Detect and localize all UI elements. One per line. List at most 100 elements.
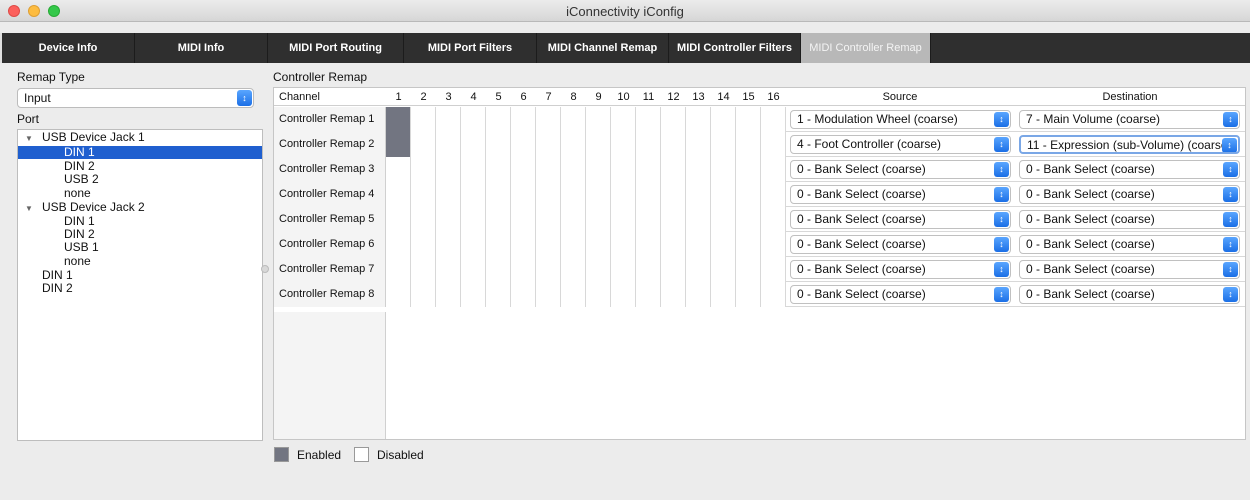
tree-item-usb-1[interactable]: USB 1 — [18, 241, 262, 253]
channel-toggle-cell[interactable] — [736, 107, 761, 132]
channel-toggle-cell[interactable] — [636, 182, 661, 207]
channel-toggle-cell[interactable] — [761, 257, 786, 282]
tree-item-din-1[interactable]: DIN 1 — [18, 215, 262, 227]
channel-toggle-cell[interactable] — [386, 107, 411, 132]
channel-toggle-cell[interactable] — [486, 182, 511, 207]
channel-toggle-cell[interactable] — [561, 282, 586, 307]
channel-toggle-cell[interactable] — [711, 232, 736, 257]
channel-toggle-cell[interactable] — [511, 132, 536, 157]
destination-select[interactable]: 0 - Bank Select (coarse) ↕ — [1019, 260, 1240, 279]
destination-select[interactable]: 0 - Bank Select (coarse) ↕ — [1019, 210, 1240, 229]
channel-toggle-cell[interactable] — [636, 207, 661, 232]
channel-toggle-cell[interactable] — [436, 207, 461, 232]
channel-toggle-cell[interactable] — [686, 257, 711, 282]
disclosure-triangle-icon[interactable]: ▼ — [25, 203, 33, 215]
channel-toggle-cell[interactable] — [761, 282, 786, 307]
channel-toggle-cell[interactable] — [486, 107, 511, 132]
tab-midi-controller-remap[interactable]: MIDI Controller Remap — [801, 33, 931, 63]
channel-toggle-cell[interactable] — [461, 207, 486, 232]
destination-select[interactable]: 0 - Bank Select (coarse) ↕ — [1019, 185, 1240, 204]
channel-toggle-cell[interactable] — [511, 232, 536, 257]
channel-toggle-cell[interactable] — [436, 107, 461, 132]
channel-toggle-cell[interactable] — [686, 232, 711, 257]
channel-toggle-cell[interactable] — [686, 182, 711, 207]
channel-toggle-cell[interactable] — [686, 282, 711, 307]
destination-select[interactable]: 11 - Expression (sub-Volume) (coarse) ↕ — [1019, 135, 1240, 154]
channel-toggle-cell[interactable] — [561, 207, 586, 232]
channel-toggle-cell[interactable] — [661, 207, 686, 232]
tab-midi-port-routing[interactable]: MIDI Port Routing — [268, 33, 404, 63]
channel-toggle-cell[interactable] — [386, 282, 411, 307]
channel-toggle-cell[interactable] — [736, 182, 761, 207]
channel-toggle-cell[interactable] — [411, 207, 436, 232]
tab-midi-port-filters[interactable]: MIDI Port Filters — [404, 33, 537, 63]
channel-toggle-cell[interactable] — [761, 157, 786, 182]
channel-toggle-cell[interactable] — [386, 182, 411, 207]
channel-toggle-cell[interactable] — [386, 257, 411, 282]
channel-toggle-cell[interactable] — [761, 182, 786, 207]
channel-toggle-cell[interactable] — [736, 207, 761, 232]
channel-toggle-cell[interactable] — [636, 157, 661, 182]
remap-type-select[interactable]: Input ↕ — [17, 88, 254, 108]
channel-toggle-cell[interactable] — [561, 257, 586, 282]
channel-toggle-cell[interactable] — [461, 182, 486, 207]
channel-toggle-cell[interactable] — [636, 232, 661, 257]
channel-toggle-cell[interactable] — [386, 232, 411, 257]
channel-toggle-cell[interactable] — [611, 157, 636, 182]
channel-toggle-cell[interactable] — [611, 207, 636, 232]
destination-select[interactable]: 0 - Bank Select (coarse) ↕ — [1019, 160, 1240, 179]
channel-toggle-cell[interactable] — [686, 107, 711, 132]
channel-toggle-cell[interactable] — [636, 107, 661, 132]
channel-toggle-cell[interactable] — [586, 182, 611, 207]
channel-toggle-cell[interactable] — [586, 157, 611, 182]
channel-toggle-cell[interactable] — [711, 257, 736, 282]
channel-toggle-cell[interactable] — [536, 282, 561, 307]
channel-toggle-cell[interactable] — [761, 207, 786, 232]
channel-toggle-cell[interactable] — [536, 257, 561, 282]
channel-toggle-cell[interactable] — [711, 132, 736, 157]
channel-toggle-cell[interactable] — [711, 282, 736, 307]
channel-toggle-cell[interactable] — [586, 282, 611, 307]
channel-toggle-cell[interactable] — [761, 107, 786, 132]
source-select[interactable]: 0 - Bank Select (coarse) ↕ — [790, 160, 1011, 179]
destination-select[interactable]: 0 - Bank Select (coarse) ↕ — [1019, 235, 1240, 254]
channel-toggle-cell[interactable] — [511, 157, 536, 182]
channel-toggle-cell[interactable] — [736, 132, 761, 157]
channel-toggle-cell[interactable] — [461, 257, 486, 282]
tree-item-din-2[interactable]: DIN 2 — [18, 282, 262, 294]
channel-toggle-cell[interactable] — [486, 207, 511, 232]
channel-toggle-cell[interactable] — [736, 232, 761, 257]
tree-item-usb-device-jack-2[interactable]: ▼ USB Device Jack 2 — [18, 201, 262, 213]
source-select[interactable]: 0 - Bank Select (coarse) ↕ — [790, 210, 1011, 229]
channel-toggle-cell[interactable] — [736, 282, 761, 307]
tree-item-none[interactable]: none — [18, 187, 262, 199]
tree-item-din-1[interactable]: DIN 1 — [18, 146, 262, 159]
channel-toggle-cell[interactable] — [611, 132, 636, 157]
channel-toggle-cell[interactable] — [536, 132, 561, 157]
channel-toggle-cell[interactable] — [461, 132, 486, 157]
channel-toggle-cell[interactable] — [411, 282, 436, 307]
channel-toggle-cell[interactable] — [511, 207, 536, 232]
channel-toggle-cell[interactable] — [461, 282, 486, 307]
channel-toggle-cell[interactable] — [661, 182, 686, 207]
channel-toggle-cell[interactable] — [536, 157, 561, 182]
channel-toggle-cell[interactable] — [611, 232, 636, 257]
channel-toggle-cell[interactable] — [436, 257, 461, 282]
tab-device-info[interactable]: Device Info — [2, 33, 135, 63]
source-select[interactable]: 1 - Modulation Wheel (coarse) ↕ — [790, 110, 1011, 129]
tab-midi-controller-filters[interactable]: MIDI Controller Filters — [669, 33, 801, 63]
channel-toggle-cell[interactable] — [386, 207, 411, 232]
channel-toggle-cell[interactable] — [686, 207, 711, 232]
channel-toggle-cell[interactable] — [411, 157, 436, 182]
channel-toggle-cell[interactable] — [661, 232, 686, 257]
channel-toggle-cell[interactable] — [636, 132, 661, 157]
channel-toggle-cell[interactable] — [461, 232, 486, 257]
channel-toggle-cell[interactable] — [611, 107, 636, 132]
channel-toggle-cell[interactable] — [436, 132, 461, 157]
channel-toggle-cell[interactable] — [561, 107, 586, 132]
channel-toggle-cell[interactable] — [411, 132, 436, 157]
disclosure-triangle-icon[interactable]: ▼ — [25, 133, 33, 145]
channel-toggle-cell[interactable] — [736, 157, 761, 182]
channel-toggle-cell[interactable] — [686, 157, 711, 182]
channel-toggle-cell[interactable] — [711, 107, 736, 132]
